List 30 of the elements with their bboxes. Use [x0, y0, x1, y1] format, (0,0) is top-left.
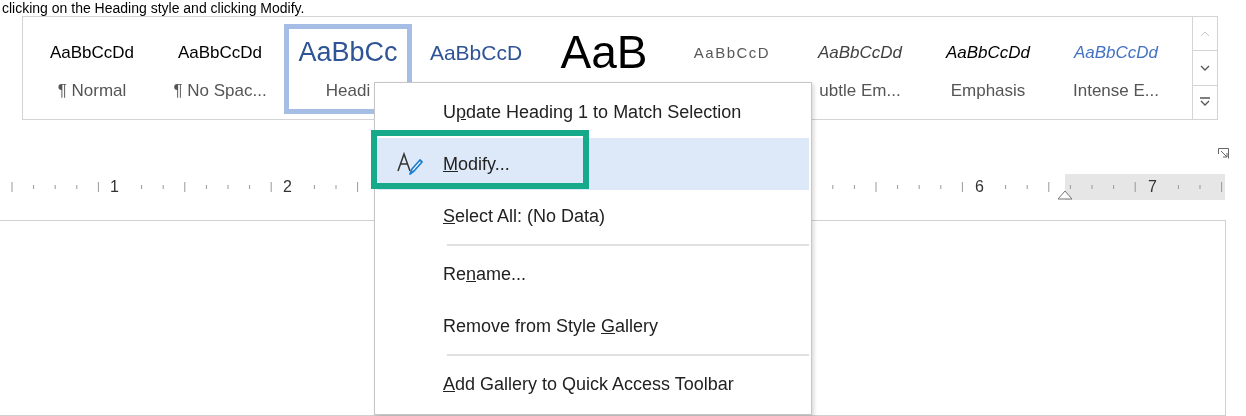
style-label: Headi [325, 81, 371, 101]
style-preview: AaBbCcDd [945, 41, 1031, 64]
ruler-number: 6 [975, 178, 984, 196]
ruler-number: 7 [1148, 178, 1157, 196]
style-label: ¶ Normal [57, 81, 127, 101]
menu-item[interactable]: Remove from Style Gallery [377, 300, 809, 352]
style-item[interactable]: AaBbCcDd Intense E... [1052, 24, 1180, 114]
style-item[interactable]: AaBbCcDd ¶ No Spac... [156, 24, 284, 114]
chevron-up-icon [1200, 30, 1210, 37]
menu-item[interactable]: Modify... [377, 138, 809, 190]
style-item[interactable]: AaBbCcDd ¶ Normal [28, 24, 156, 114]
chevron-down-icon [1200, 65, 1210, 71]
expand-icon [1199, 97, 1211, 108]
style-preview: AaBbCcDd [49, 41, 135, 64]
ruler-number: 1 [110, 178, 119, 196]
style-item[interactable]: AaBbCcDd Emphasis [924, 24, 1052, 114]
style-preview: AaBbCcDd [1073, 41, 1159, 64]
menu-item[interactable]: Rename... [377, 248, 809, 300]
menu-item[interactable]: Select All: (No Data) [377, 190, 809, 242]
caption-text: clicking on the Heading style and clicking Modify. [2, 0, 305, 16]
style-preview: AaBbCc [298, 35, 398, 69]
style-label: Emphasis [950, 81, 1026, 101]
menu-item[interactable]: Add Gallery to Quick Access Toolbar [377, 358, 809, 410]
style-preview: AaBbCcDd [817, 41, 903, 64]
style-label: Intense E... [1073, 81, 1159, 101]
style-label: ¶ No Spac... [173, 81, 267, 101]
dialog-launcher-icon[interactable] [1218, 148, 1229, 159]
ruler-number: 2 [283, 178, 292, 196]
style-preview: AaBbCcDd [177, 41, 263, 64]
style-label: ubtle Em... [819, 81, 901, 101]
